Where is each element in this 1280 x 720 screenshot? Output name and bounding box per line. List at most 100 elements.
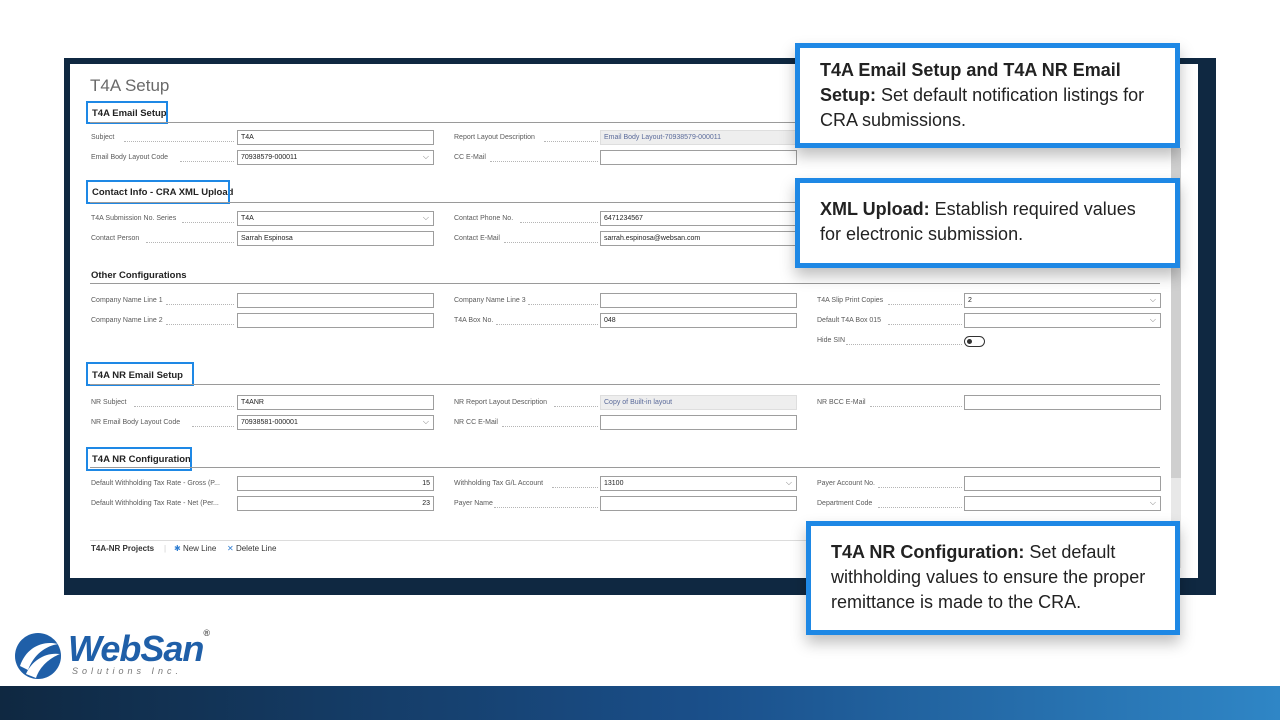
- submission-series-label: T4A Submission No. Series: [91, 215, 177, 222]
- gl-account-select[interactable]: 13100 ⌵: [600, 476, 797, 491]
- section-other-config[interactable]: Other Configurations: [91, 270, 187, 281]
- nr-body-layout-value: 70938581-000001: [241, 419, 298, 426]
- payer-account-label: Payer Account No.: [817, 480, 875, 487]
- company-line1-label: Company Name Line 1: [91, 297, 163, 304]
- department-select[interactable]: ⌵: [964, 496, 1161, 511]
- cc-email-input[interactable]: [600, 150, 797, 165]
- nr-email-setup-highlight: [86, 362, 194, 386]
- new-line-icon: ✱: [174, 544, 181, 553]
- nr-cc-email-input[interactable]: [600, 415, 797, 430]
- dots: [180, 161, 234, 162]
- dots: [888, 304, 962, 305]
- page-title: T4A Setup: [90, 76, 170, 95]
- websan-logo: WebSan® Solutions Inc.: [12, 626, 212, 686]
- dots: [192, 426, 234, 427]
- dots: [166, 324, 234, 325]
- phone-input[interactable]: 6471234567: [600, 211, 797, 226]
- chevron-down-icon: ⌵: [422, 417, 429, 426]
- projects-title[interactable]: T4A-NR Projects: [91, 544, 154, 553]
- nr-bcc-email-label: NR BCC E-Mail: [817, 399, 866, 406]
- dots: [124, 141, 234, 142]
- footer-band: [0, 686, 1280, 720]
- dots: [520, 222, 598, 223]
- cc-email-label: CC E-Mail: [454, 154, 486, 161]
- dots: [134, 406, 234, 407]
- projects-separator: |: [164, 544, 167, 553]
- hide-sin-toggle[interactable]: [964, 336, 985, 347]
- contact-person-input[interactable]: Sarrah Espinosa: [237, 231, 434, 246]
- callout-email-setup: T4A Email Setup and T4A NR Email Setup: …: [795, 43, 1180, 148]
- dots: [888, 324, 962, 325]
- company-line2-input[interactable]: [237, 313, 434, 328]
- body-layout-value: 70938579-000011: [241, 154, 298, 161]
- department-label: Department Code: [817, 500, 873, 507]
- slip-copies-label: T4A Slip Print Copies: [817, 297, 884, 304]
- subject-input[interactable]: T4A: [237, 130, 434, 145]
- gl-account-value: 13100: [604, 480, 624, 487]
- payer-name-input[interactable]: [600, 496, 797, 511]
- box-no-input[interactable]: 048: [600, 313, 797, 328]
- nr-body-layout-select[interactable]: 70938581-000001 ⌵: [237, 415, 434, 430]
- hide-sin-label: Hide SIN: [817, 337, 846, 344]
- contact-email-label: Contact E-Mail: [454, 235, 500, 242]
- new-line-label: New Line: [182, 544, 217, 553]
- dots: [496, 324, 598, 325]
- chevron-down-icon: ⌵: [422, 213, 429, 222]
- box-no-label: T4A Box No.: [454, 317, 494, 324]
- logo-name: WebSan: [68, 628, 204, 669]
- default-box-label: Default T4A Box 015: [817, 317, 882, 324]
- chevron-down-icon: ⌵: [1149, 498, 1156, 507]
- section-divider: [90, 467, 1160, 468]
- company-line3-label: Company Name Line 3: [454, 297, 526, 304]
- nr-report-layout-label: NR Report Layout Description: [454, 399, 547, 406]
- dots: [182, 222, 234, 223]
- dots: [870, 406, 962, 407]
- report-layout-field[interactable]: Email Body Layout-70938579-000011: [600, 130, 797, 145]
- chevron-down-icon: ⌵: [422, 152, 429, 161]
- body-layout-label: Email Body Layout Code: [91, 154, 169, 161]
- submission-series-select[interactable]: T4A ⌵: [237, 211, 434, 226]
- contact-info-highlight: [86, 180, 230, 204]
- dots: [846, 344, 962, 345]
- delete-line-label: Delete Line: [235, 544, 277, 553]
- submission-series-value: T4A: [241, 215, 254, 222]
- company-line3-input[interactable]: [600, 293, 797, 308]
- company-line2-label: Company Name Line 2: [91, 317, 163, 324]
- contact-email-input[interactable]: sarrah.espinosa@websan.com: [600, 231, 797, 246]
- email-setup-highlight: [86, 101, 168, 124]
- dots: [528, 304, 598, 305]
- contact-person-label: Contact Person: [91, 235, 140, 242]
- nr-subject-label: NR Subject: [91, 399, 127, 406]
- body-layout-select[interactable]: 70938579-000011 ⌵: [237, 150, 434, 165]
- nr-cc-email-label: NR CC E-Mail: [454, 419, 498, 426]
- subject-label: Subject: [91, 134, 115, 141]
- rate-net-input[interactable]: 23: [237, 496, 434, 511]
- dots: [494, 507, 598, 508]
- callout-nr-config: T4A NR Configuration: Set default withho…: [806, 521, 1180, 635]
- section-divider: [90, 283, 1160, 284]
- rate-net-label: Default Withholding Tax Rate - Net (Per.…: [91, 500, 219, 507]
- callout-xml-title: XML Upload:: [820, 199, 930, 219]
- callout-nr-title: T4A NR Configuration:: [831, 542, 1025, 562]
- logo-registered: ®: [203, 628, 210, 638]
- chevron-down-icon: ⌵: [1149, 315, 1156, 324]
- rate-gross-label: Default Withholding Tax Rate - Gross (P.…: [91, 480, 220, 487]
- nr-subject-input[interactable]: T4ANR: [237, 395, 434, 410]
- company-line1-input[interactable]: [237, 293, 434, 308]
- toggle-knob: [967, 339, 972, 344]
- chevron-down-icon: ⌵: [785, 478, 792, 487]
- rate-gross-input[interactable]: 15: [237, 476, 434, 491]
- nr-body-layout-label: NR Email Body Layout Code: [91, 419, 181, 426]
- phone-label: Contact Phone No.: [454, 215, 514, 222]
- delete-line-button[interactable]: ✕ Delete Line: [227, 544, 276, 553]
- delete-line-icon: ✕: [227, 544, 234, 553]
- payer-account-input[interactable]: [964, 476, 1161, 491]
- default-box-select[interactable]: ⌵: [964, 313, 1161, 328]
- new-line-button[interactable]: ✱ New Line: [174, 544, 216, 553]
- callout-xml-upload: XML Upload: Establish required values fo…: [795, 178, 1180, 268]
- slip-copies-select[interactable]: 2 ⌵: [964, 293, 1161, 308]
- nr-report-layout-field[interactable]: Copy of Built-in layout: [600, 395, 797, 410]
- nr-bcc-email-input[interactable]: [964, 395, 1161, 410]
- report-layout-label: Report Layout Description: [454, 134, 535, 141]
- dots: [878, 487, 962, 488]
